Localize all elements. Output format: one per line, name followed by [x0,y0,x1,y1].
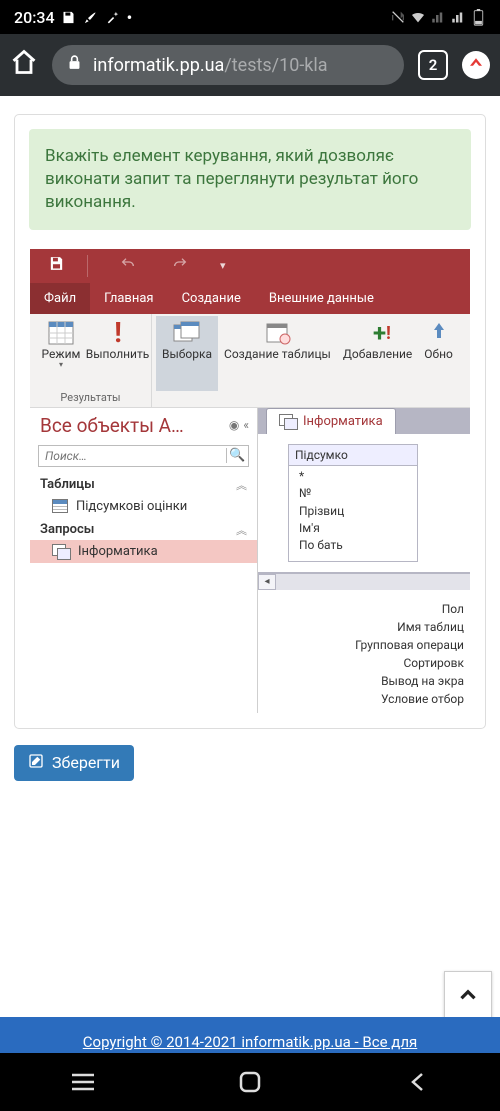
ribbon: Режим ▾ ! Выполнить Результаты [30,314,470,408]
field-item[interactable]: По бать [299,537,411,554]
ribbon-run-button[interactable]: ! Выполнить [88,316,147,391]
ribbon-mode-button[interactable]: Режим ▾ [34,316,88,391]
ribbon-append-button[interactable]: +! Добавление [337,316,418,391]
qat-customize-icon[interactable]: ▾ [220,259,226,272]
search-icon[interactable]: 🔍 [226,448,248,463]
query-icon [52,544,70,558]
tab-file[interactable]: Файл [30,283,90,314]
nav-collapse-icon[interactable]: « [243,418,249,432]
table-icon [52,499,68,513]
update-icon [425,320,453,346]
magic-icon [105,9,121,25]
collapse-icon: ︽ [236,477,247,493]
browser-toolbar: informatik.pp.ua/tests/10-klа 2 [0,34,500,96]
question-text: Вкажіть елемент керування, який дозволяє… [29,129,471,230]
source-table-box[interactable]: Підсумко * № Прізвиц Ім'я По бать [288,444,418,562]
brush-icon [83,9,99,25]
grid-row-label: Имя таблиц [258,618,464,636]
nav-item-table[interactable]: Підсумкові оцінки [30,495,257,518]
svg-text:!: ! [386,323,391,344]
field-item[interactable]: № [299,485,411,502]
query-icon [279,414,297,428]
edit-icon [28,753,44,773]
field-item[interactable]: Ім'я [299,520,411,537]
design-grid-labels: Пол Имя таблиц Групповая операци Сортиро… [258,590,470,713]
page-footer: Copyright © 2014-2021 informatik.pp.ua -… [0,1017,500,1053]
grid-row-label: Групповая операци [258,636,464,654]
nav-group-queries[interactable]: Запросы︽ [30,518,257,540]
qat-save-icon[interactable] [48,255,65,276]
nav-pane-title[interactable]: Все объекты A… [40,414,184,437]
grid-row-label: Вывод на экра [258,672,464,690]
dropdown-icon: ▾ [59,361,63,370]
run-icon: ! [104,320,132,346]
svg-text:+: + [373,321,386,345]
grid-row-label: Пол [258,600,464,618]
quick-access-toolbar: ▾ [30,249,470,283]
query-design-area: Інформатика Підсумко * № Прізвиц Ім'я [258,408,470,713]
tabs-button[interactable]: 2 [418,50,448,80]
scroll-to-top-button[interactable] [444,971,492,1019]
lock-icon [66,54,83,76]
navigation-pane: Все объекты A… ◉ « 🔍 Таблицы︽ Підсу [30,408,258,713]
collapse-icon: ︽ [236,522,247,538]
document-tab[interactable]: Інформатика [266,408,396,434]
save-indicator-icon [61,9,77,25]
ribbon-maketable-button[interactable]: Создание таблицы [218,316,337,391]
question-card: Вкажіть елемент керування, який дозволяє… [14,114,486,729]
signal2-icon [450,9,466,25]
page-content: Вкажіть елемент керування, який дозволяє… [0,96,500,729]
address-bar[interactable]: informatik.pp.ua/tests/10-klа [52,45,404,85]
svg-text:!: ! [114,320,122,346]
nav-search-input[interactable] [39,449,226,463]
make-table-icon [263,320,291,346]
android-back-button[interactable] [382,1070,452,1094]
vibrate-icon [390,9,406,25]
extension-icon[interactable] [462,51,490,79]
nav-group-tables[interactable]: Таблицы︽ [30,473,257,495]
nav-item-query[interactable]: Інформатика [30,540,257,563]
ribbon-update-button[interactable]: Обно [418,316,459,391]
scroll-left-icon[interactable]: ◂ [258,574,276,590]
signal-icon [430,9,446,25]
nav-dropdown-icon[interactable]: ◉ [229,418,239,432]
android-nav-bar [0,1053,500,1111]
append-icon: +! [364,320,392,346]
redo-icon[interactable] [168,256,192,276]
android-home-button[interactable] [215,1070,285,1094]
undo-icon[interactable] [116,256,140,276]
home-icon[interactable] [10,48,38,83]
dot-icon: • [127,8,133,27]
field-item[interactable]: Прізвиц [299,503,411,520]
tab-create[interactable]: Создание [168,283,255,314]
android-status-bar: 20:34 • [0,0,500,34]
wifi-icon [410,9,426,25]
ribbon-select-button[interactable]: Выборка [156,316,218,391]
android-recents-button[interactable] [48,1072,118,1092]
horizontal-scrollbar[interactable]: ◂ [258,573,470,590]
ribbon-tabs: Файл Главная Создание Внешние данные [30,283,470,314]
nav-search[interactable]: 🔍 [38,445,249,467]
clock: 20:34 [14,8,55,27]
tab-external[interactable]: Внешние данные [255,283,388,314]
datasheet-icon [47,320,75,346]
url-path: /tests/10-klа [224,55,327,76]
select-query-icon [173,320,201,346]
source-table-title: Підсумко [289,445,417,466]
ribbon-group-results: Результаты [34,391,147,407]
field-list[interactable]: * № Прізвиц Ім'я По бать [289,466,417,561]
tab-home[interactable]: Главная [90,283,167,314]
field-item[interactable]: * [299,468,411,485]
grid-row-label: Сортировк [258,654,464,672]
battery-icon [470,9,486,25]
grid-row-label: или [258,708,464,713]
url-host: informatik.pp.ua [93,55,224,76]
ms-access-screenshot[interactable]: ▾ Файл Главная Создание Внешние данные Р… [30,249,470,713]
grid-row-label: Условие отбор [258,690,464,708]
save-button[interactable]: Зберегти [14,745,134,781]
